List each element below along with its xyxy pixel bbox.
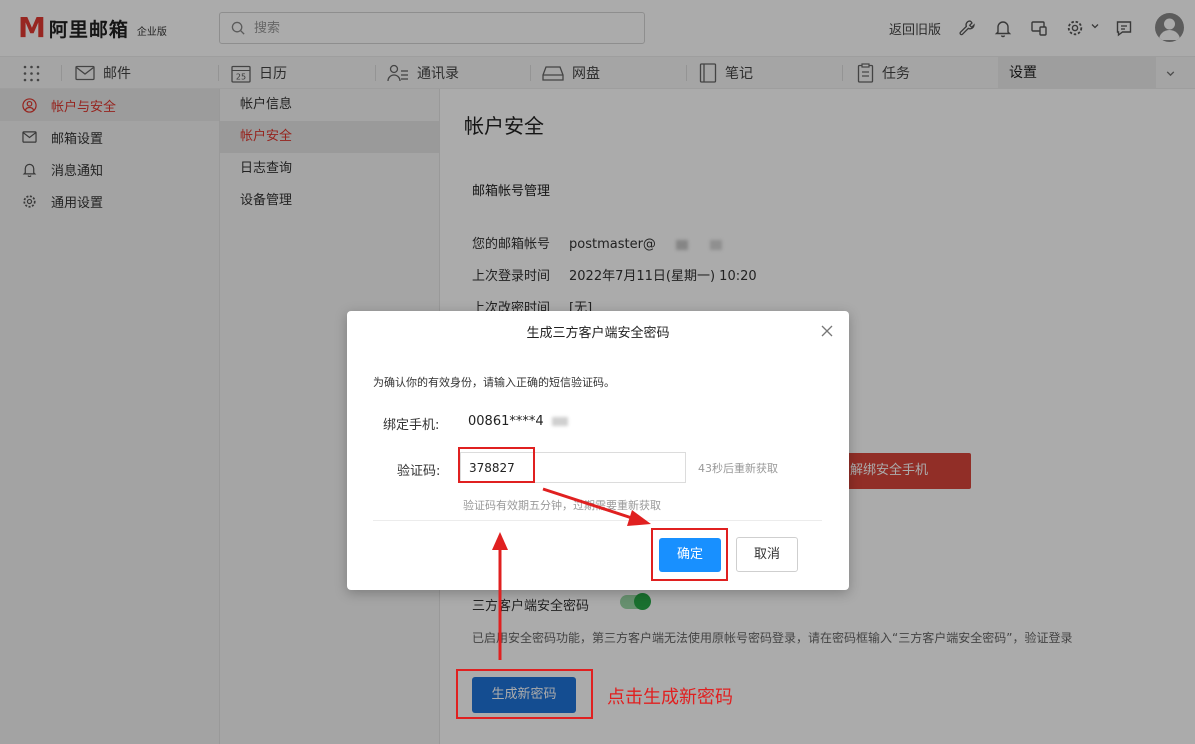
highlight-generate-button bbox=[456, 669, 593, 719]
annotation-text: 点击生成新密码 bbox=[607, 687, 733, 708]
verification-code-label: 验证码: bbox=[397, 464, 441, 479]
generate-password-dialog: 生成三方客户端安全密码 为确认你的有效身份，请输入正确的短信验证码。 绑定手机:… bbox=[347, 311, 849, 590]
bound-phone-label: 绑定手机: bbox=[383, 418, 440, 433]
code-validity-hint: 验证码有效期五分钟，过期需要重新获取 bbox=[463, 499, 661, 512]
cancel-button[interactable]: 取消 bbox=[736, 537, 798, 572]
highlight-code-input bbox=[458, 447, 535, 483]
phone-number: 00861****4 bbox=[468, 414, 544, 429]
dialog-tip: 为确认你的有效身份，请输入正确的短信验证码。 bbox=[373, 376, 615, 389]
dialog-title: 生成三方客户端安全密码 bbox=[526, 326, 670, 341]
resend-countdown: 43秒后重新获取 bbox=[698, 462, 778, 475]
bound-phone-value: 00861****4 bbox=[468, 414, 568, 429]
close-icon[interactable] bbox=[821, 325, 833, 337]
dialog-divider bbox=[373, 520, 822, 521]
highlight-confirm-button bbox=[651, 528, 728, 581]
redacted-mask bbox=[551, 417, 568, 426]
